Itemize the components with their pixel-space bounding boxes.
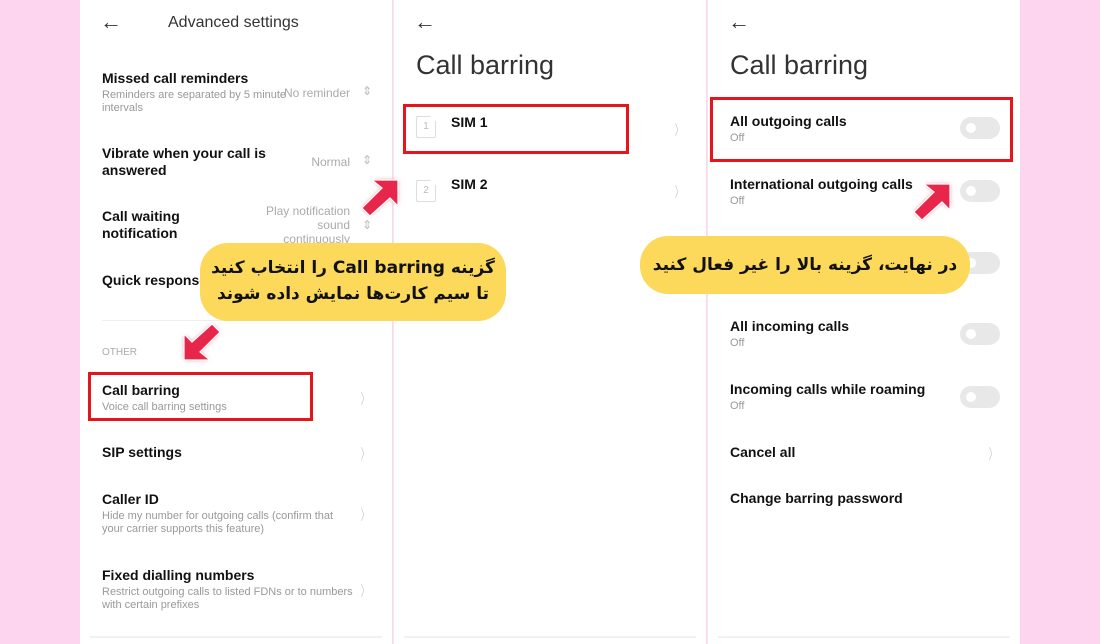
- chevron-right-icon: 〉: [360, 391, 370, 407]
- toggle-incoming-roaming[interactable]: Incoming calls while roaming Off: [730, 381, 1000, 413]
- cancel-all-item[interactable]: Cancel all 〉: [730, 444, 1000, 462]
- advanced-settings-panel: ← Advanced settings Missed call reminder…: [80, 0, 392, 644]
- item-title: Cancel all: [730, 444, 796, 460]
- item-subtitle: Voice call barring settings: [102, 401, 227, 413]
- chevron-right-icon: 〉: [360, 583, 370, 599]
- sim-1-item[interactable]: 1 SIM 1 〉: [416, 114, 686, 144]
- back-arrow-icon[interactable]: ←: [100, 10, 122, 34]
- page-title: Call barring: [730, 50, 869, 80]
- item-title: Call barring: [102, 382, 180, 398]
- back-arrow-icon[interactable]: ←: [728, 10, 750, 34]
- item-subtitle: Hide my number for outgoing calls (confi…: [102, 510, 334, 535]
- item-status: Off: [730, 337, 745, 349]
- item-title: Fixed dialling numbers: [102, 567, 255, 583]
- item-value: No reminder: [283, 86, 350, 100]
- caller-id-item[interactable]: Caller ID Hide my number for outgoing ca…: [102, 491, 372, 536]
- arrow-down-left-icon: [183, 323, 221, 361]
- item-subtitle: Restrict outgoing calls to listed FDNs o…: [102, 586, 353, 611]
- bottom-divider: [404, 636, 696, 638]
- item-status: Off: [730, 400, 745, 412]
- call-barring-item[interactable]: Call barring Voice call barring settings…: [102, 382, 372, 414]
- arrow-up-right-icon: [361, 179, 399, 217]
- sip-settings-item[interactable]: SIP settings 〉: [102, 444, 372, 462]
- sim-card-icon: 1: [416, 116, 436, 138]
- toggle-all-incoming[interactable]: All incoming calls Off: [730, 318, 1000, 350]
- chevron-right-icon: 〉: [360, 446, 370, 462]
- sim-label: SIM 2: [451, 176, 488, 192]
- sim-card-icon: 2: [416, 180, 436, 202]
- chevron-right-icon: 〉: [988, 446, 998, 462]
- item-value: Play notification sound continuously: [265, 204, 350, 246]
- item-title: Vibrate when your call is answered: [102, 145, 266, 178]
- missed-call-reminders-item[interactable]: Missed call reminders Reminders are sepa…: [102, 70, 372, 115]
- call-barring-panel: ← Call barring All outgoing calls Off In…: [707, 0, 1020, 644]
- chevron-right-icon: 〉: [360, 507, 370, 523]
- bottom-divider: [718, 636, 1010, 638]
- item-title: Missed call reminders: [102, 70, 249, 86]
- item-status: Off: [730, 195, 745, 207]
- callout-select-call-barring: گزینه Call barring را انتخاب کنید تا سیم…: [200, 243, 506, 321]
- sim-select-panel: ← Call barring 1 SIM 1 〉 2 SIM 2 〉: [393, 0, 706, 644]
- toggle-switch[interactable]: [960, 180, 1000, 202]
- toggle-all-outgoing[interactable]: All outgoing calls Off: [730, 113, 1000, 145]
- updown-icon: ⇕: [361, 84, 372, 98]
- updown-icon: ⇕: [361, 218, 372, 232]
- item-title: Caller ID: [102, 491, 159, 507]
- chevron-right-icon: 〉: [674, 184, 684, 200]
- arrow-up-right-icon: [913, 183, 951, 221]
- sim-2-item[interactable]: 2 SIM 2 〉: [416, 176, 686, 206]
- section-label: OTHER: [102, 347, 137, 358]
- back-arrow-icon[interactable]: ←: [414, 10, 436, 34]
- item-title: Call waiting notification: [102, 208, 180, 241]
- bottom-divider: [90, 636, 382, 638]
- call-waiting-item[interactable]: Call waiting notification Play notificat…: [102, 204, 372, 246]
- item-title: SIP settings: [102, 444, 182, 460]
- chevron-right-icon: 〉: [674, 122, 684, 138]
- toggle-switch[interactable]: [960, 323, 1000, 345]
- callout-line: در نهایت، گزینه بالا را غیر فعال کنید: [652, 255, 958, 275]
- item-title: Change barring password: [730, 490, 903, 506]
- sim-label: SIM 1: [451, 114, 488, 130]
- page-title: Advanced settings: [168, 14, 299, 31]
- callout-line: تا سیم کارت‌ها نمایش داده شوند: [216, 284, 490, 304]
- fixed-dialling-item[interactable]: Fixed dialling numbers Restrict outgoing…: [102, 567, 372, 612]
- toggle-international-outgoing[interactable]: International outgoing calls Off: [730, 176, 1000, 208]
- item-value: Normal: [311, 155, 350, 169]
- toggle-switch[interactable]: [960, 386, 1000, 408]
- callout-line: گزینه Call barring را انتخاب کنید: [211, 258, 495, 278]
- item-subtitle: Reminders are separated by 5 minute inte…: [102, 89, 287, 114]
- toggle-switch[interactable]: [960, 117, 1000, 139]
- page-title: Call barring: [416, 50, 555, 80]
- callout-disable-option: در نهایت، گزینه بالا را غیر فعال کنید: [640, 236, 970, 294]
- vibrate-item[interactable]: Vibrate when your call is answered Norma…: [102, 145, 372, 179]
- updown-icon: ⇕: [361, 153, 372, 167]
- item-status: Off: [730, 132, 745, 144]
- change-password-item[interactable]: Change barring password: [730, 490, 1000, 507]
